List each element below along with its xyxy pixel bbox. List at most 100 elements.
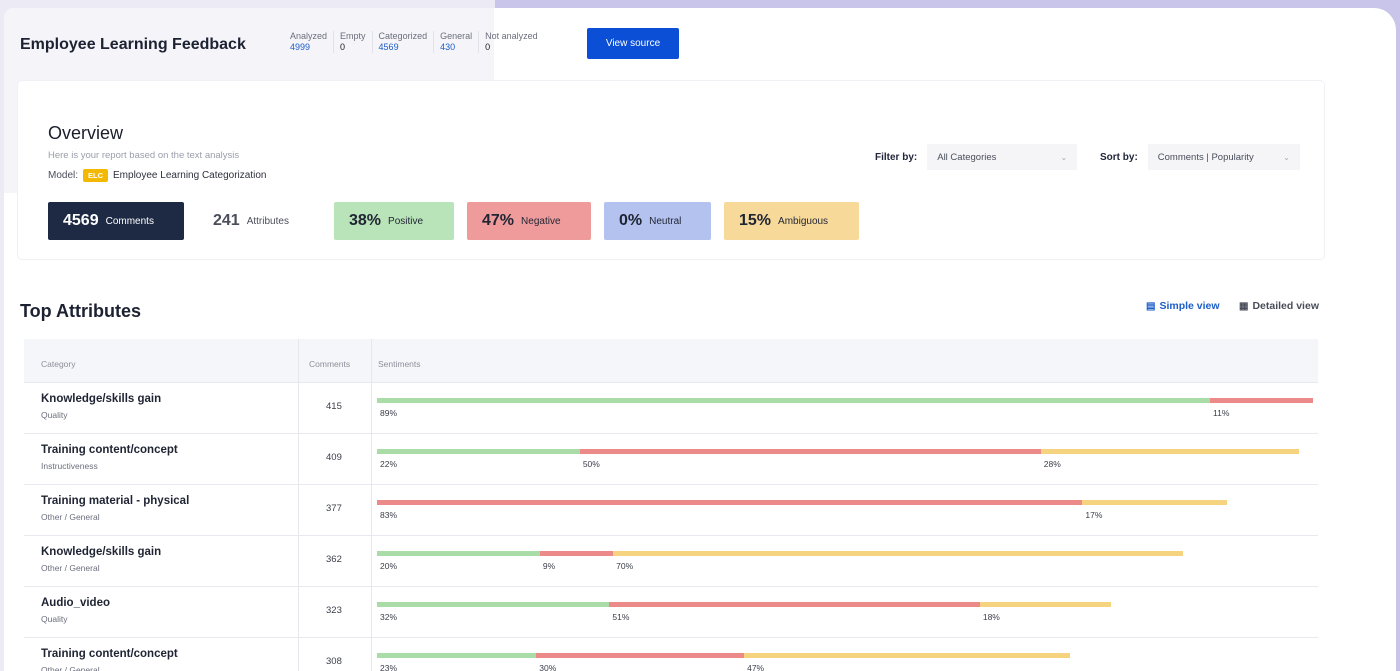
metric-attributes[interactable]: 241 Attributes — [198, 202, 328, 240]
metric-positive[interactable]: 38% Positive — [334, 202, 454, 240]
sentiment-percent-negative: 51% — [612, 612, 630, 622]
detailed-chart-icon: ▦ — [1239, 300, 1249, 312]
view-source-button[interactable]: View source — [587, 28, 679, 59]
sort-select[interactable]: Comments | Popularity ⌄ — [1147, 144, 1300, 170]
metric-label: Ambiguous — [778, 215, 829, 227]
sort-control: Sort by: Comments | Popularity ⌄ — [1100, 144, 1300, 170]
metric-negative[interactable]: 47% Negative — [467, 202, 591, 240]
table-row[interactable]: Knowledge/skills gain Other / General 362 2… — [24, 535, 1318, 586]
metric-value: 4569 — [63, 212, 99, 229]
column-header-category[interactable]: Category — [41, 359, 76, 369]
sentiment-bar-negative[interactable] — [539, 551, 614, 556]
column-header-comments[interactable]: Comments — [309, 359, 350, 369]
stat-not-analyzed: Not analyzed 0 — [478, 31, 544, 53]
table-row[interactable]: Training material - physical Other / Gene… — [24, 484, 1318, 535]
stat-label: Categorized — [378, 31, 428, 41]
sentiment-bar-ambiguous[interactable] — [613, 551, 1184, 556]
attributes-table: Category Comments Sentiments Knowledge/s… — [24, 339, 1318, 671]
table-row[interactable]: Knowledge/skills gain Quality 415 89% 11% — [24, 382, 1318, 433]
stat-analyzed[interactable]: Analyzed 4999 — [290, 31, 333, 53]
sentiment-bar-ambiguous[interactable] — [1082, 500, 1227, 505]
sentiment-bar-positive[interactable] — [377, 602, 610, 607]
table-row[interactable]: Training content/concept Instructiveness 4… — [24, 433, 1318, 484]
sentiment-percent-positive: 20% — [380, 561, 398, 571]
row-subcategory: Other / General — [41, 563, 100, 573]
sentiment-bar-positive[interactable] — [377, 653, 537, 658]
sentiment-percent-positive: 32% — [380, 612, 398, 622]
table-header: Category Comments Sentiments — [24, 339, 1318, 382]
model-label: Model: — [48, 170, 79, 181]
stat-value[interactable]: 4999 — [290, 42, 327, 53]
simple-view-label: Simple view — [1159, 300, 1220, 312]
table-row[interactable]: Audio_video Quality 323 32% 51% 18% — [24, 586, 1318, 637]
sentiment-percent-ambiguous: 28% — [1043, 459, 1061, 469]
metric-value: 15% — [739, 212, 772, 229]
metric-comments[interactable]: 4569 Comments — [48, 202, 184, 240]
sentiment-bar-positive[interactable] — [377, 449, 580, 454]
stat-label: Empty — [340, 31, 366, 41]
sentiment-percent-ambiguous: 18% — [982, 612, 1000, 622]
sentiment-bar-negative[interactable] — [609, 602, 980, 607]
model-badge: ELC — [83, 169, 109, 182]
sentiment-percent-positive: 22% — [380, 459, 398, 469]
stat-value[interactable]: 4569 — [379, 42, 428, 53]
row-comment-count: 415 — [326, 401, 342, 412]
sentiment-percent-positive: 23% — [380, 663, 398, 671]
sentiment-percent-negative: 30% — [539, 663, 557, 671]
metric-value: 241 — [213, 212, 240, 229]
metric-neutral[interactable]: 0% Neutral — [604, 202, 711, 240]
metric-value: 0% — [619, 212, 643, 229]
row-subcategory: Other / General — [41, 665, 100, 671]
overview-panel: Overview Here is your report based on th… — [18, 81, 1324, 259]
filter-control: Filter by: All Categories ⌄ — [875, 144, 1078, 170]
sort-label: Sort by: — [1100, 151, 1138, 163]
sentiment-bar-negative[interactable] — [1210, 398, 1313, 403]
report-card: Employee Learning Feedback Analyzed 4999… — [4, 8, 1396, 671]
simple-view-button[interactable]: ▤ Simple view — [1146, 300, 1220, 312]
sentiment-percent-positive: 89% — [380, 408, 398, 418]
sentiment-bar-ambiguous[interactable] — [744, 653, 1070, 658]
stat-label: Not analyzed — [485, 31, 538, 41]
row-comment-count: 377 — [326, 503, 342, 514]
analysis-stats: Analyzed 4999 Empty 0 Categorized 4569 G… — [290, 31, 544, 53]
filter-label: Filter by: — [875, 151, 918, 163]
metric-label: Neutral — [649, 215, 682, 227]
stat-categorized[interactable]: Categorized 4569 — [371, 31, 434, 53]
metric-ambiguous[interactable]: 15% Ambiguous — [724, 202, 859, 240]
row-subcategory: Quality — [41, 410, 68, 420]
stat-value: 0 — [485, 42, 491, 52]
sentiment-percent-negative: 83% — [380, 510, 398, 520]
column-header-sentiments: Sentiments — [378, 359, 421, 369]
row-subcategory: Instructiveness — [41, 461, 98, 471]
row-category: Training content/concept — [41, 444, 178, 456]
sort-value: Comments | Popularity — [1157, 151, 1254, 163]
model-name: Employee Learning Categorization — [113, 170, 267, 181]
sentiment-percent-ambiguous: 70% — [616, 561, 634, 571]
sentiment-bar-positive[interactable] — [377, 398, 1211, 403]
sentiment-percent-ambiguous: 47% — [747, 663, 765, 671]
chevron-down-icon: ⌄ — [1060, 152, 1068, 162]
bar-chart-icon: ▤ — [1146, 300, 1156, 312]
chevron-down-icon: ⌄ — [1283, 152, 1290, 162]
sentiment-bar-negative[interactable] — [536, 653, 745, 658]
sentiment-bar-negative[interactable] — [579, 449, 1041, 454]
sentiment-bar-ambiguous[interactable] — [1040, 449, 1299, 454]
sentiment-percent-ambiguous: 17% — [1085, 510, 1103, 520]
detailed-view-button[interactable]: ▦ Detailed view — [1239, 300, 1319, 312]
stat-label: General — [440, 31, 473, 41]
sentiment-bar-positive[interactable] — [377, 551, 540, 556]
stat-general[interactable]: General 430 — [433, 31, 478, 53]
table-row[interactable]: Training content/concept Other / General 3… — [24, 637, 1318, 671]
metric-label: Comments — [105, 215, 154, 227]
row-category: Training material - physical — [41, 495, 190, 507]
overview-subtitle: Here is your report based on the text an… — [48, 150, 240, 161]
filter-value: All Categories — [937, 151, 997, 163]
row-category: Audio_video — [41, 597, 111, 609]
filter-select[interactable]: All Categories ⌄ — [927, 144, 1078, 170]
stat-value: 0 — [340, 42, 346, 52]
metric-value: 38% — [349, 212, 382, 229]
stat-value[interactable]: 430 — [440, 42, 472, 53]
sentiment-bar-negative[interactable] — [377, 500, 1083, 505]
metric-label: Attributes — [246, 215, 289, 227]
sentiment-bar-ambiguous[interactable] — [979, 602, 1111, 607]
